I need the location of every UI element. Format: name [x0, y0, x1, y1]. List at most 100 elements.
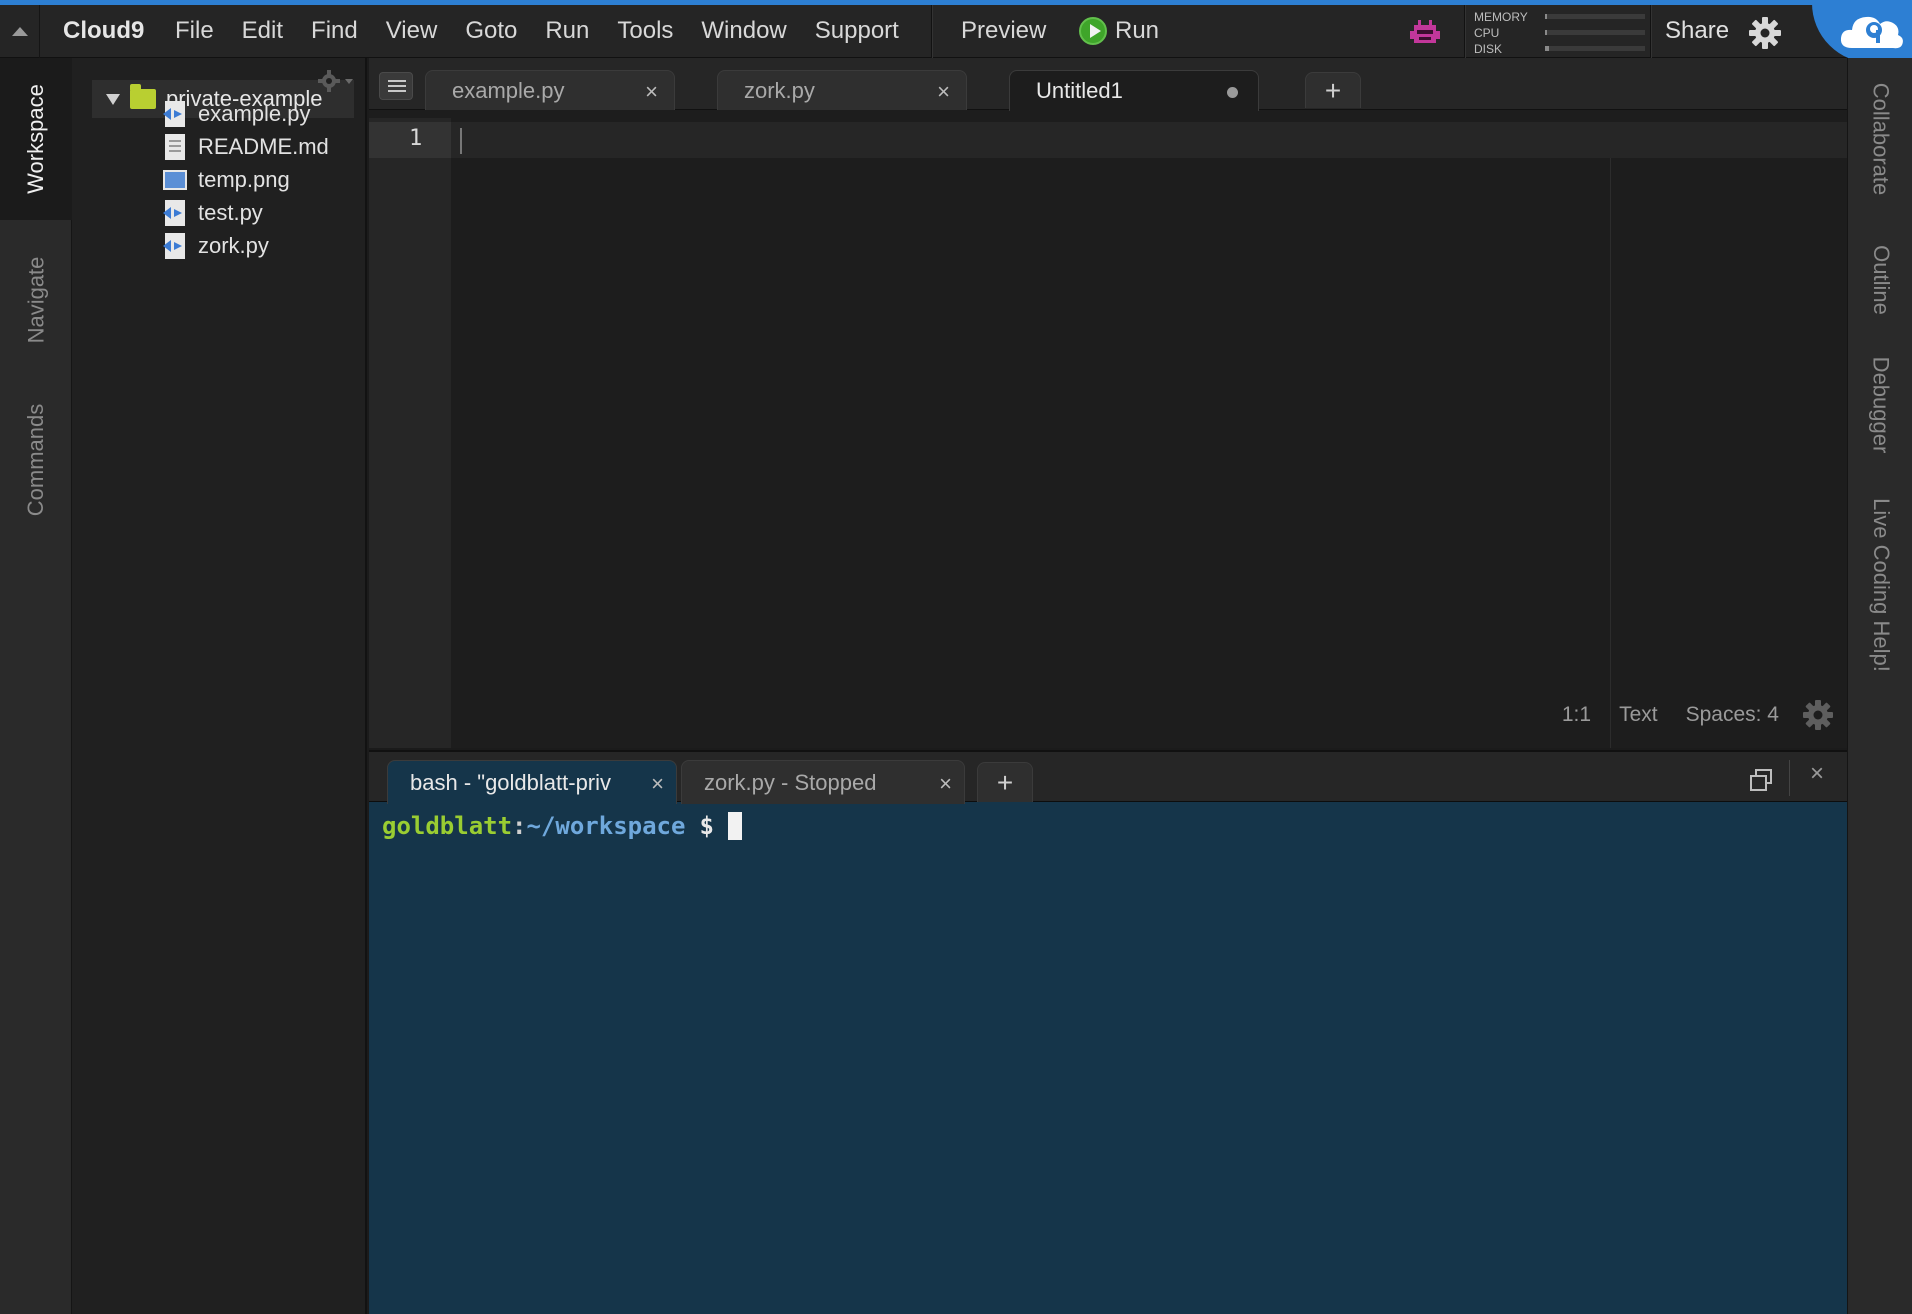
python-file-icon: [162, 232, 188, 260]
play-icon: [1079, 17, 1107, 45]
menubar: Cloud9 File Edit Find View Goto Run Tool…: [0, 0, 1912, 63]
indent-setting[interactable]: Spaces: 4: [1686, 703, 1779, 727]
tab-commands[interactable]: Commands: [0, 380, 72, 540]
tab-live-coding-help[interactable]: Live Coding Help!: [1848, 470, 1912, 700]
workspace-tree-panel: private-example example.py README.md tem…: [72, 58, 367, 1314]
tab-untitled1[interactable]: Untitled1: [1009, 70, 1259, 111]
menubar-divider: [931, 5, 932, 58]
tree-item-example-py[interactable]: example.py: [162, 96, 311, 132]
menu-goto[interactable]: Goto: [465, 17, 517, 45]
menubar-divider: [1650, 5, 1651, 58]
terminal-cursor: [727, 812, 742, 840]
tab-debugger-label: Debugger: [1868, 356, 1894, 454]
tree-item-zork-py[interactable]: zork.py: [162, 228, 269, 264]
editor-tab-label: Untitled1: [1036, 78, 1123, 103]
triangle-up-icon: [11, 27, 28, 36]
syntax-mode[interactable]: Text: [1619, 703, 1658, 727]
disk-label: DISK: [1474, 42, 1503, 56]
text-caret[interactable]: [460, 128, 462, 154]
menu-lines-icon: [388, 90, 406, 92]
menu-tools[interactable]: Tools: [617, 17, 673, 45]
image-file-icon: [162, 166, 188, 194]
tree-item-test-py[interactable]: test.py: [162, 195, 263, 231]
tree-item-label: example.py: [198, 101, 311, 126]
tree-item-label: README.md: [198, 134, 329, 159]
cloud9-logo[interactable]: [1812, 0, 1912, 63]
new-tab-button[interactable]: +: [1305, 72, 1361, 108]
tab-bash-terminal[interactable]: bash - "goldblatt-priv ×: [387, 760, 677, 804]
memory-bar: [1545, 14, 1645, 19]
disk-bar-fill: [1545, 46, 1549, 51]
toggle-tree-button[interactable]: [379, 72, 413, 100]
new-terminal-tab-button[interactable]: +: [977, 762, 1033, 802]
editor-gutter: [369, 118, 451, 748]
terminal-prompt[interactable]: goldblatt: ~/workspace $: [382, 812, 742, 840]
folder-icon: [130, 84, 156, 109]
menu-window[interactable]: Window: [701, 17, 786, 45]
tab-commands-label: Commands: [23, 403, 49, 517]
editor-tab-label: zork.py: [744, 77, 815, 103]
preview-button[interactable]: Preview: [961, 17, 1046, 45]
close-tab-icon[interactable]: ×: [939, 771, 952, 797]
main-menu: File Edit Find View Goto Run Tools Windo…: [175, 17, 927, 45]
brand-menu[interactable]: Cloud9: [63, 17, 144, 45]
tab-collaborate[interactable]: Collaborate: [1848, 58, 1912, 220]
menu-find[interactable]: Find: [311, 17, 358, 45]
ide-window: Cloud9 File Edit Find View Goto Run Tool…: [0, 0, 1912, 1314]
robot-icon[interactable]: [1408, 17, 1442, 49]
tab-workspace[interactable]: Workspace: [0, 58, 72, 220]
tree-item-label: test.py: [198, 200, 263, 225]
editor-pane: example.py × zork.py × Untitled1 + 1 1:1…: [369, 58, 1847, 748]
tree-settings-gear-icon[interactable]: [315, 68, 355, 98]
menubar-divider: [1464, 5, 1465, 58]
editor-tabbar: example.py × zork.py × Untitled1 +: [369, 58, 1847, 111]
menu-edit[interactable]: Edit: [242, 17, 283, 45]
tab-zork-py[interactable]: zork.py ×: [717, 70, 967, 110]
collapse-menubar-button[interactable]: [0, 5, 40, 58]
run-button[interactable]: Run: [1079, 17, 1159, 45]
print-margin: [1610, 158, 1611, 748]
close-pane-icon[interactable]: ×: [1810, 760, 1824, 788]
tab-collaborate-label: Collaborate: [1868, 82, 1894, 196]
resource-bars: [1545, 14, 1645, 62]
terminal-pane: bash - "goldblatt-priv × zork.py - Stopp…: [369, 750, 1847, 1314]
cursor-position[interactable]: 1:1: [1562, 703, 1591, 727]
tab-navigate[interactable]: Navigate: [0, 220, 72, 380]
text-file-icon: [162, 133, 188, 161]
menu-file[interactable]: File: [175, 17, 214, 45]
editor-settings-gear-icon[interactable]: [1801, 698, 1835, 732]
tab-debugger[interactable]: Debugger: [1848, 340, 1912, 470]
prompt-symbol: $: [699, 812, 714, 840]
expand-arrow-icon[interactable]: [106, 93, 120, 105]
menu-view[interactable]: View: [386, 17, 438, 45]
close-tab-icon[interactable]: ×: [651, 771, 664, 797]
tree-item-label: temp.png: [198, 167, 290, 192]
tree-item-readme-md[interactable]: README.md: [162, 129, 329, 165]
resource-stats[interactable]: MEMORY CPU DISK: [1474, 9, 1528, 57]
unsaved-dot-icon[interactable]: [1227, 87, 1238, 98]
menu-run[interactable]: Run: [545, 17, 589, 45]
tab-outline[interactable]: Outline: [1848, 220, 1912, 340]
cpu-bar-fill: [1545, 30, 1547, 35]
tree-item-label: zork.py: [198, 233, 269, 258]
close-tab-icon[interactable]: ×: [937, 79, 950, 105]
tab-zork-stopped[interactable]: zork.py - Stopped ×: [681, 760, 965, 804]
terminal-tab-label: bash - "goldblatt-priv: [410, 769, 612, 795]
menu-support[interactable]: Support: [815, 17, 899, 45]
restore-window-icon[interactable]: [1749, 768, 1773, 792]
tree-item-temp-png[interactable]: temp.png: [162, 162, 290, 198]
tab-live-coding-help-label: Live Coding Help!: [1868, 498, 1894, 672]
share-button[interactable]: Share: [1665, 17, 1729, 45]
menu-lines-icon: [388, 85, 406, 87]
prompt-colon: :: [512, 812, 527, 840]
tab-example-py[interactable]: example.py ×: [425, 70, 675, 110]
editor-statusbar: 1:1 Text Spaces: 4: [1534, 703, 1779, 727]
python-file-icon: [162, 199, 188, 227]
tab-navigate-label: Navigate: [23, 256, 48, 344]
prompt-path: ~/workspace: [526, 812, 686, 840]
memory-bar-fill: [1545, 14, 1547, 19]
line-number: 1: [409, 126, 423, 151]
run-label: Run: [1115, 17, 1160, 44]
close-tab-icon[interactable]: ×: [645, 79, 658, 105]
gear-icon[interactable]: [1748, 16, 1782, 50]
